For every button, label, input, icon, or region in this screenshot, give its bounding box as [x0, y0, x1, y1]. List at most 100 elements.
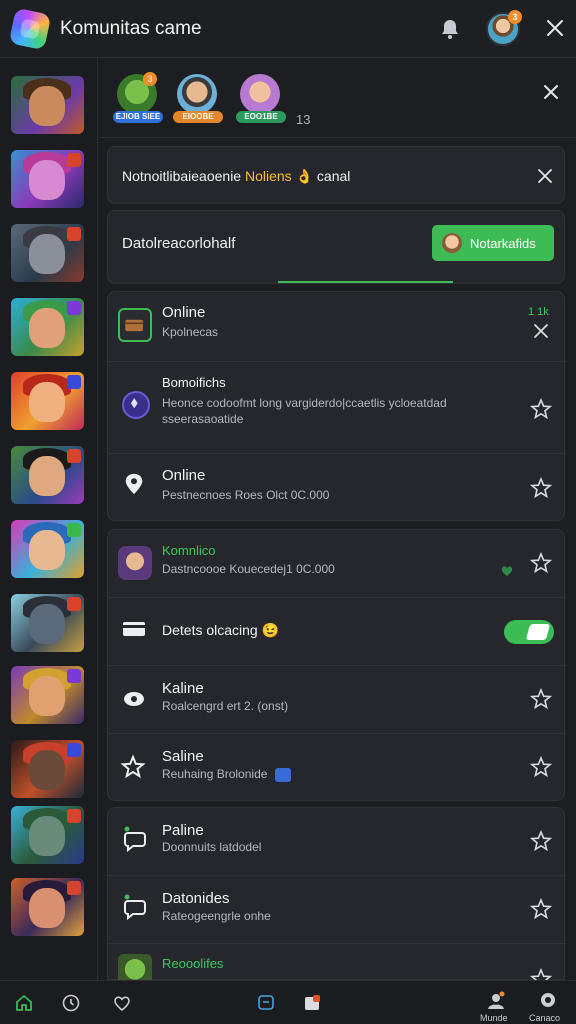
game-tile[interactable]: [11, 150, 84, 208]
promo-card: Datolreacorlohalf Notarkafids: [107, 210, 565, 284]
row-subtitle: Kpolnecas: [162, 325, 219, 339]
progress-indicator: [278, 281, 453, 283]
profile-label: Munde: [480, 1013, 508, 1023]
row-subtitle: Rateogeengrle onhe: [162, 909, 271, 923]
avatar: [118, 954, 152, 981]
star-icon[interactable]: [530, 398, 552, 420]
compass-icon: [122, 391, 150, 419]
star-icon[interactable]: [530, 830, 552, 852]
game-tile[interactable]: [11, 446, 84, 504]
row-subtitle: Pestnecnoes Roes Olct 0C.000: [162, 488, 330, 502]
heart-icon[interactable]: [112, 993, 132, 1013]
game-tile[interactable]: [11, 878, 84, 936]
friend-avatar[interactable]: EOO1BE: [236, 74, 286, 123]
star-outline-icon: [120, 754, 146, 780]
activity-card: Online Kpolnecas 1 1k Bomoifichs Heonce …: [107, 291, 566, 522]
game-tile[interactable]: [11, 740, 84, 798]
notice-banner: Notnoitlibaieaoenie Noliens 👌 canal: [107, 146, 565, 204]
game-tile[interactable]: [11, 806, 84, 864]
row-subtitle: Dastncoooe Kouecedej1 0C.000: [162, 562, 335, 576]
list-item[interactable]: Detets olcacing 😉: [108, 598, 566, 666]
row-title: Online: [162, 304, 206, 321]
home-icon[interactable]: [14, 993, 34, 1013]
app-title: Komunitas came: [60, 18, 202, 39]
friends-card: Paline Doonnuits latdodel Datonides Rate…: [107, 807, 566, 981]
app-logo-icon[interactable]: [8, 7, 52, 51]
game-tile[interactable]: [11, 76, 84, 134]
friend-avatar[interactable]: EIOOBE: [173, 74, 223, 123]
bottom-nav: Munde Canaco: [0, 980, 576, 1024]
row-title: Komnlico: [162, 543, 216, 558]
avatar: [118, 546, 152, 580]
list-item[interactable]: Saline Reuhaing Brolonide: [108, 734, 566, 802]
row-title: Bomoifichs: [162, 375, 226, 390]
settings-icon[interactable]: [538, 991, 558, 1011]
chat-icon: [120, 892, 150, 922]
avatar-badge: 3: [508, 10, 522, 24]
row-meta: 1 1k: [528, 306, 549, 318]
clock-icon[interactable]: [61, 993, 81, 1013]
promo-text: Datolreacorlohalf: [122, 235, 236, 252]
close-icon[interactable]: [534, 324, 548, 338]
list-item[interactable]: Datonides Rateogeengrle onhe: [108, 876, 566, 944]
list-item[interactable]: Online Kpolnecas 1 1k: [108, 292, 566, 362]
friend-label: EOO1BE: [236, 111, 286, 123]
star-icon[interactable]: [530, 898, 552, 920]
row-subtitle: Heonce codoofmt long vargiderdo|ccaetlis…: [162, 396, 447, 410]
eye-icon: [122, 688, 146, 710]
game-tile[interactable]: [11, 224, 84, 282]
list-item[interactable]: Komnlico Dastncoooe Kouecedej1 0C.000: [108, 530, 566, 598]
star-icon[interactable]: [530, 756, 552, 778]
close-icon[interactable]: [538, 169, 552, 183]
game-tile[interactable]: [11, 372, 84, 430]
settings-card: Komnlico Dastncoooe Kouecedej1 0C.000 De…: [107, 529, 566, 802]
game-tile[interactable]: [11, 520, 84, 578]
friend-label: EJIOB SIEE: [113, 111, 163, 123]
game-tile[interactable]: [11, 666, 84, 724]
notifications-button[interactable]: Notarkafids: [432, 225, 554, 261]
tag-icon: [274, 767, 291, 782]
list-item[interactable]: Bomoifichs Heonce codoofmt long vargider…: [108, 362, 566, 454]
row-title: Saline: [162, 748, 204, 765]
gift-icon[interactable]: [302, 993, 322, 1013]
main-panel: 3 EJIOB SIEE EIOOBE EOO1BE 13 Notnoitlib…: [99, 58, 576, 981]
settings-label: Canaco: [529, 1013, 561, 1023]
list-item[interactable]: Paline Doonnuits latdodel: [108, 808, 566, 876]
toggle-switch[interactable]: [504, 620, 554, 644]
chat-icon: [120, 824, 150, 854]
location-pin-icon: [122, 472, 148, 498]
row-subtitle: Reuhaing Brolonide: [162, 767, 291, 782]
row-subtitle: Roalcengrd ert 2. (onst): [162, 699, 289, 713]
row-title: Reooolifes: [162, 956, 224, 971]
list-item[interactable]: Reooolifes: [108, 944, 566, 981]
friends-bar: 3 EJIOB SIEE EIOOBE EOO1BE 13: [99, 58, 576, 138]
row-title: Kaline: [162, 680, 204, 697]
game-tile[interactable]: [11, 298, 84, 356]
bell-icon[interactable]: [438, 17, 462, 41]
friends-count: 13: [296, 112, 311, 127]
notice-text: Notnoitlibaieaoenie Noliens 👌 canal: [122, 168, 351, 184]
friend-badge: 3: [143, 72, 157, 86]
star-icon[interactable]: [530, 552, 552, 574]
chat-icon[interactable]: [256, 993, 276, 1013]
star-icon[interactable]: [530, 477, 552, 499]
friend-avatar[interactable]: 3 EJIOB SIEE: [113, 72, 163, 123]
button-label: Notarkafids: [470, 235, 536, 251]
top-header: Komunitas came 3: [0, 0, 576, 58]
close-icon[interactable]: [543, 84, 559, 100]
app-root: Komunitas came 3 3 EJIOB SIEE EIOOBE EOO…: [0, 0, 576, 1024]
list-item[interactable]: Online Pestnecnoes Roes Olct 0C.000: [108, 454, 566, 522]
row-title: Paline: [162, 822, 204, 839]
star-icon[interactable]: [530, 688, 552, 710]
game-tile[interactable]: [11, 594, 84, 652]
list-item[interactable]: Kaline Roalcengrd ert 2. (onst): [108, 666, 566, 734]
friend-label: EIOOBE: [173, 111, 223, 123]
game-rail[interactable]: [0, 58, 98, 980]
avatar: [442, 233, 462, 253]
card-icon: [122, 620, 146, 638]
heart-icon: [501, 566, 513, 576]
close-icon[interactable]: [544, 17, 566, 39]
row-title: Detets olcacing 😉: [162, 622, 280, 638]
profile-icon[interactable]: [486, 991, 506, 1011]
chest-icon: [118, 308, 152, 342]
